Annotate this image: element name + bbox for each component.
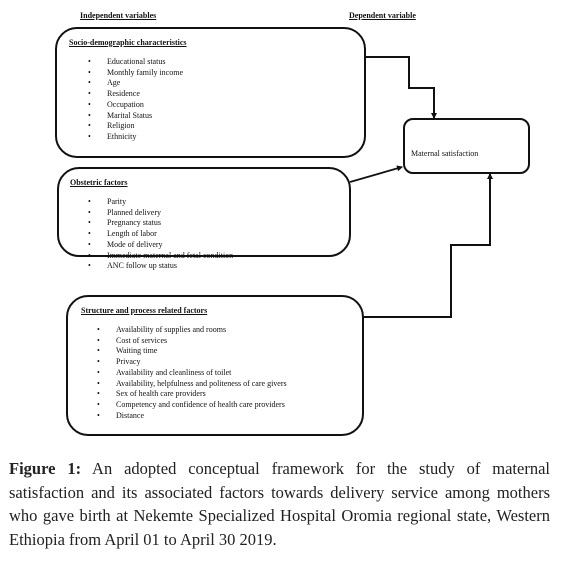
sociodemographic-list: Educational status Monthly family income… [88,57,183,143]
list-item: Marital Status [88,111,183,122]
list-item: Ethnicity [88,132,183,143]
list-item: Length of labor [88,229,233,240]
maternal-satisfaction-label: Maternal satisfaction [411,149,479,158]
list-item: Availability, helpfulness and politeness… [97,379,287,390]
figure-label: Figure 1: [9,459,82,478]
structure-process-list: Availability of supplies and rooms Cost … [97,325,287,421]
list-item: Sex of health care providers [97,389,287,400]
structure-process-title: Structure and process related factors [81,306,208,315]
list-item: Parity [88,197,233,208]
list-item: Waiting time [97,346,287,357]
connector-obstetric-to-outcome [349,165,403,183]
list-item: ANC follow up status [88,261,233,272]
list-item: Planned delivery [88,208,233,219]
obstetric-list: Parity Planned delivery Pregnancy status… [88,197,233,272]
list-item: Pregnancy status [88,218,233,229]
list-item: Religion [88,121,183,132]
list-item: Availability and cleanliness of toilet [97,368,287,379]
maternal-satisfaction-box [403,118,530,174]
figure-caption: Figure 1: An adopted conceptual framewor… [9,457,550,551]
figure-caption-text: An adopted conceptual framework for the … [9,459,550,549]
list-item: Mode of delivery [88,240,233,251]
connector-sociodemographic-to-outcome [364,56,437,119]
connector-structure-to-outcome [364,173,493,318]
list-item: Competency and confidence of health care… [97,400,287,411]
list-item: Availability of supplies and rooms [97,325,287,336]
list-item: Educational status [88,57,183,68]
list-item: Age [88,78,183,89]
list-item: Privacy [97,357,287,368]
list-item: Distance [97,411,287,422]
list-item: Residence [88,89,183,100]
list-item: Immediate maternal and fetal condition [88,251,233,262]
obstetric-title: Obstetric factors [70,178,128,187]
sociodemographic-title: Socio-demographic characteristics [69,38,187,47]
list-item: Cost of services [97,336,287,347]
list-item: Occupation [88,100,183,111]
list-item: Monthly family income [88,68,183,79]
